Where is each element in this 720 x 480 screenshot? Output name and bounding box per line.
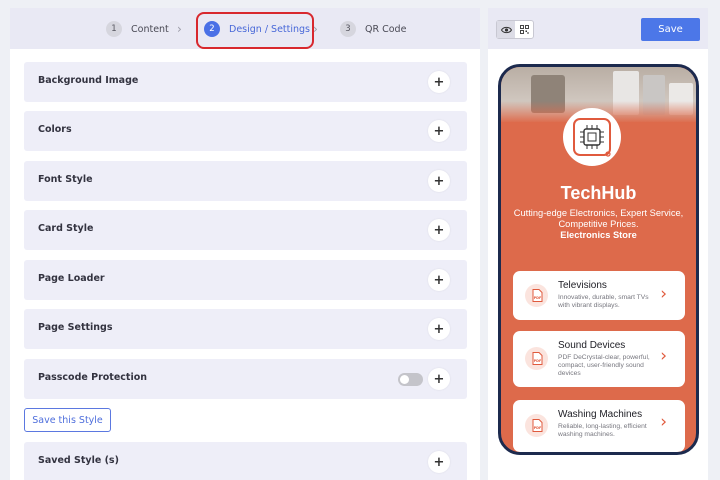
svg-text:PDF: PDF: [533, 359, 541, 363]
section-label: Background Image: [38, 75, 139, 86]
brand-logo: [563, 108, 621, 166]
preview-panel: Save TechHub Cutting-edge Electronics, E…: [488, 8, 708, 480]
store-category: Electronics Store: [560, 230, 637, 240]
expand-plus-icon[interactable]: +: [428, 269, 450, 291]
step-label: Design / Settings: [229, 23, 311, 35]
section-font-style[interactable]: Font Style +: [24, 161, 467, 201]
step-number: 3: [340, 21, 356, 37]
section-card-style[interactable]: Card Style +: [24, 210, 467, 250]
pdf-icon: PDF: [525, 414, 548, 437]
section-label: Colors: [38, 124, 72, 135]
step-label: Content: [131, 23, 169, 35]
section-label: Saved Style (s): [38, 455, 119, 466]
card-title: Sound Devices: [558, 340, 626, 351]
brand-tagline: Cutting-edge Electronics, Expert Service…: [513, 208, 684, 229]
section-label: Page Settings: [38, 322, 113, 333]
svg-text:PDF: PDF: [533, 296, 541, 300]
section-page-loader[interactable]: Page Loader +: [24, 260, 467, 300]
eye-icon[interactable]: [497, 21, 515, 38]
step-content[interactable]: 1 Content: [106, 20, 169, 38]
passcode-toggle[interactable]: [398, 373, 423, 386]
expand-plus-icon[interactable]: +: [428, 219, 450, 241]
step-label: QR Code: [365, 23, 407, 35]
section-colors[interactable]: Colors +: [24, 111, 467, 151]
card-title: Washing Machines: [558, 409, 643, 420]
card-description: Reliable, long-lasting, efficient washin…: [558, 423, 647, 438]
chevron-right-icon: ›: [660, 346, 667, 366]
chevron-right-icon: ›: [313, 22, 318, 36]
section-background-image[interactable]: Background Image +: [24, 62, 467, 102]
section-passcode-protection[interactable]: Passcode Protection +: [24, 359, 467, 399]
expand-plus-icon[interactable]: +: [428, 120, 450, 142]
stepper: 1 Content › 2 Design / Settings › 3 QR C…: [10, 8, 480, 49]
step-qr-code[interactable]: 3 QR Code: [340, 20, 406, 38]
expand-plus-icon[interactable]: +: [428, 170, 450, 192]
pdf-icon: PDF: [525, 347, 548, 370]
view-mode-toggle: [496, 20, 534, 39]
preview-toolbar: Save: [488, 8, 708, 49]
brand-name: TechHub: [560, 183, 637, 203]
section-label: Font Style: [38, 174, 93, 185]
product-card[interactable]: PDF Washing Machines Reliable, long-last…: [513, 400, 685, 452]
svg-text:PDF: PDF: [533, 426, 541, 430]
qr-icon[interactable]: [515, 21, 533, 38]
editor-panel: 1 Content › 2 Design / Settings › 3 QR C…: [10, 8, 480, 480]
pdf-icon: PDF: [525, 284, 548, 307]
expand-plus-icon[interactable]: +: [428, 71, 450, 93]
save-style-button[interactable]: Save this Style: [24, 408, 111, 432]
expand-plus-icon[interactable]: +: [428, 368, 450, 390]
expand-plus-icon[interactable]: +: [428, 451, 450, 473]
product-card[interactable]: PDF Televisions Innovative, durable, sma…: [513, 271, 685, 320]
step-design-settings[interactable]: 2 Design / Settings: [204, 20, 310, 38]
save-button[interactable]: Save: [641, 18, 700, 41]
phone-preview: TechHub Cutting-edge Electronics, Expert…: [498, 64, 699, 455]
product-card[interactable]: PDF Sound Devices PDF DeCrystal-clear, p…: [513, 331, 685, 387]
section-label: Passcode Protection: [38, 372, 148, 383]
section-label: Card Style: [38, 223, 94, 234]
chip-icon: [573, 118, 611, 157]
step-number: 1: [106, 21, 122, 37]
card-description: PDF DeCrystal-clear, powerful, compact, …: [558, 354, 650, 377]
section-label: Page Loader: [38, 273, 105, 284]
chevron-right-icon: ›: [660, 412, 667, 432]
chevron-right-icon: ›: [660, 284, 667, 304]
card-description: Innovative, durable, smart TVs with vibr…: [558, 294, 649, 309]
section-saved-styles[interactable]: Saved Style (s) +: [24, 442, 467, 480]
chevron-right-icon: ›: [177, 22, 182, 36]
expand-plus-icon[interactable]: +: [428, 318, 450, 340]
card-title: Televisions: [558, 280, 607, 291]
section-page-settings[interactable]: Page Settings +: [24, 309, 467, 349]
step-number: 2: [204, 21, 220, 37]
